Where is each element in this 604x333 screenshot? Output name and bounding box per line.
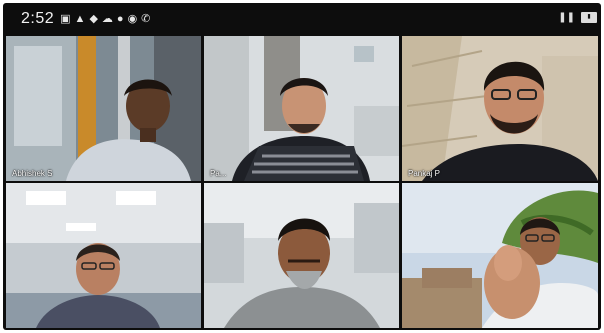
participant-tile-3[interactable]: Pankaj P [402, 36, 598, 181]
participant-name-2: Pa... [210, 169, 227, 178]
status-clock: 2:52 [21, 10, 55, 27]
participant-video-5 [204, 183, 399, 328]
status-bar: 2:52 ▣ ▲ ◆ ☁ ● ◉ ✆ ❚❚ ▮ [3, 3, 601, 35]
participant-video-2 [204, 36, 399, 181]
participant-video-3 [402, 36, 598, 181]
android-icon: ◆ [89, 12, 98, 25]
participant-tile-6[interactable] [402, 183, 598, 328]
participant-tile-2[interactable]: Pa... [204, 36, 399, 181]
participant-tile-1[interactable]: Abhishek S [6, 36, 201, 181]
participant-name-1: Abhishek S [12, 169, 53, 178]
warning-icon: ▲ [74, 12, 86, 25]
notification-icons: ▣ ▲ ◆ ☁ ● ◉ ✆ [60, 12, 151, 25]
video-call-window: 2:52 ▣ ▲ ◆ ☁ ● ◉ ✆ ❚❚ ▮ Abhishek S Pa...… [3, 3, 601, 330]
participant-tile-4[interactable] [6, 183, 201, 328]
system-icons: ❚❚ ▮ [558, 12, 597, 23]
participant-grid: Abhishek S Pa... Pankaj P [6, 36, 598, 328]
participant-video-6 [402, 183, 598, 328]
phone-icon: ✆ [141, 12, 151, 25]
participant-tile-5[interactable] [204, 183, 399, 328]
cloud-icon: ☁ [101, 12, 113, 25]
participant-name-3: Pankaj P [408, 169, 441, 178]
mic-icon: ● [116, 12, 124, 25]
battery-icon: ▮ [581, 12, 597, 23]
chat-icon: ◉ [127, 12, 138, 25]
gallery-icon: ▣ [60, 12, 71, 25]
participant-video-4 [6, 183, 201, 328]
participant-video-1 [6, 36, 201, 181]
pause-icon[interactable]: ❚❚ [558, 12, 575, 23]
